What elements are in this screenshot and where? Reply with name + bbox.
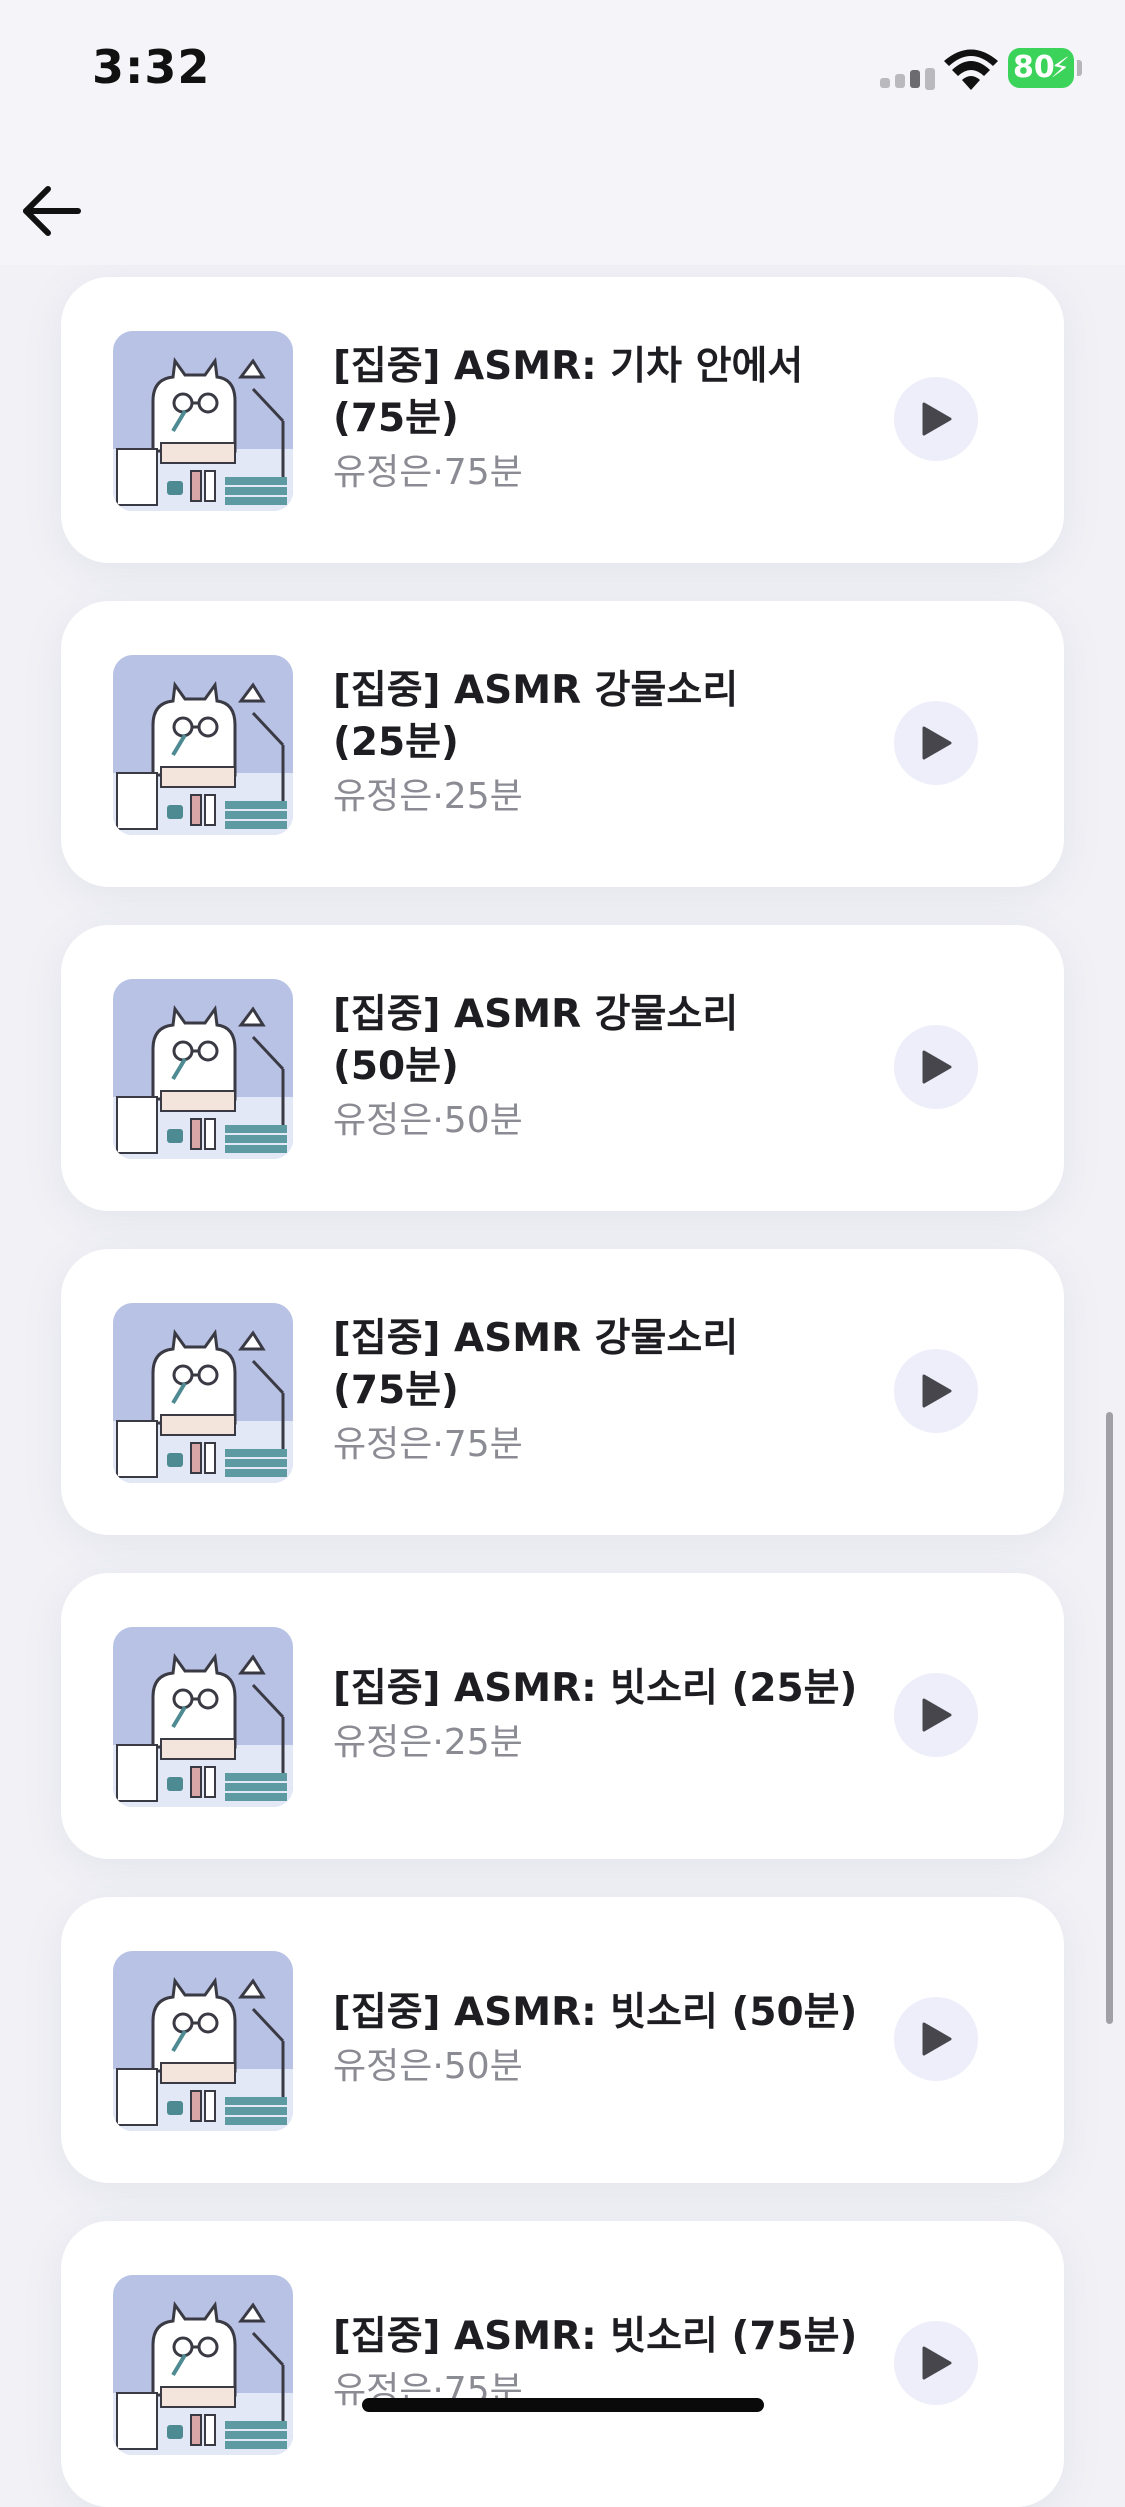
track-title: [집중] ASMR: 빗소리 (75분) [333, 2311, 933, 2363]
status-time: 3:32 [92, 40, 211, 94]
wifi-icon [942, 48, 1000, 92]
play-icon [922, 2022, 952, 2056]
arrow-left-icon [23, 186, 81, 236]
track-card[interactable]: [집중] ASMR 강물소리 (50분) 유정은·50분 [61, 925, 1064, 1211]
track-title-line: [집중] ASMR 강물소리 [333, 1316, 739, 1361]
track-title-line: (75분) [333, 1368, 459, 1413]
track-title-line: [집중] ASMR: 빗소리 (50분) [333, 1990, 858, 2035]
track-subtitle: 유정은·75분 [333, 452, 523, 493]
battery-icon: 80 ⚡ [1008, 48, 1074, 88]
charging-bolt-icon: ⚡ [1050, 51, 1070, 84]
back-button[interactable] [10, 166, 100, 256]
track-title-line: [집중] ASMR: 빗소리 (25분) [333, 1666, 858, 1711]
track-thumbnail [113, 1303, 293, 1483]
track-card[interactable]: [집중] ASMR 강물소리 (25분) 유정은·25분 [61, 601, 1064, 887]
track-thumbnail [113, 1627, 293, 1807]
track-subtitle: 유정은·50분 [333, 1100, 523, 1141]
track-card[interactable]: [집중] ASMR: 기차 안에서 (75분) 유정은·75분 [61, 277, 1064, 563]
play-icon [922, 402, 952, 436]
track-title-line: [집중] ASMR 강물소리 [333, 668, 739, 713]
play-icon [922, 1374, 952, 1408]
track-thumbnail [113, 1951, 293, 2131]
track-title-line: (50분) [333, 1044, 459, 1089]
track-title: [집중] ASMR: 기차 안에서 (75분) [333, 341, 853, 445]
play-icon [922, 1050, 952, 1084]
track-title: [집중] ASMR: 빗소리 (25분) [333, 1663, 933, 1715]
track-title-line: [집중] ASMR: 빗소리 (75분) [333, 2314, 858, 2359]
track-title-line: [집중] ASMR 강물소리 [333, 992, 739, 1037]
track-card[interactable]: [집중] ASMR: 빗소리 (25분) 유정은·25분 [61, 1573, 1064, 1859]
navigation-bar [0, 140, 1125, 265]
play-button[interactable] [894, 1997, 978, 2081]
play-button[interactable] [894, 1025, 978, 1109]
play-button[interactable] [894, 2321, 978, 2405]
play-icon [922, 726, 952, 760]
track-title-line: (25분) [333, 720, 459, 765]
track-card[interactable]: [집중] ASMR: 빗소리 (75분) 유정은·75분 [61, 2221, 1064, 2507]
cellular-signal-icon [880, 68, 936, 90]
track-title: [집중] ASMR 강물소리 (25분) [333, 665, 853, 769]
track-title-line: (75분) [333, 396, 459, 441]
play-button[interactable] [894, 1673, 978, 1757]
track-thumbnail [113, 655, 293, 835]
battery-cap [1077, 60, 1082, 76]
track-thumbnail [113, 331, 293, 511]
play-button[interactable] [894, 377, 978, 461]
track-card[interactable]: [집중] ASMR 강물소리 (75분) 유정은·75분 [61, 1249, 1064, 1535]
play-icon [922, 1698, 952, 1732]
battery-level: 80 [1013, 50, 1055, 85]
track-title-line: [집중] ASMR: 기차 안에서 [333, 344, 804, 389]
track-thumbnail [113, 2275, 293, 2455]
track-title: [집중] ASMR 강물소리 (50분) [333, 989, 853, 1093]
play-button[interactable] [894, 701, 978, 785]
track-subtitle: 유정은·25분 [333, 776, 523, 817]
status-bar: 3:32 80 ⚡ [0, 0, 1125, 140]
play-icon [922, 2346, 952, 2380]
track-thumbnail [113, 979, 293, 1159]
track-list: [집중] ASMR: 기차 안에서 (75분) 유정은·75분 [집중] ASM… [0, 0, 1125, 2507]
home-indicator[interactable] [362, 2398, 764, 2412]
track-subtitle: 유정은·50분 [333, 2046, 523, 2087]
track-title: [집중] ASMR 강물소리 (75분) [333, 1313, 853, 1417]
scroll-indicator[interactable] [1106, 1412, 1113, 2024]
track-subtitle: 유정은·75분 [333, 1424, 523, 1465]
play-button[interactable] [894, 1349, 978, 1433]
track-card[interactable]: [집중] ASMR: 빗소리 (50분) 유정은·50분 [61, 1897, 1064, 2183]
track-title: [집중] ASMR: 빗소리 (50분) [333, 1987, 933, 2039]
track-subtitle: 유정은·25분 [333, 1722, 523, 1763]
